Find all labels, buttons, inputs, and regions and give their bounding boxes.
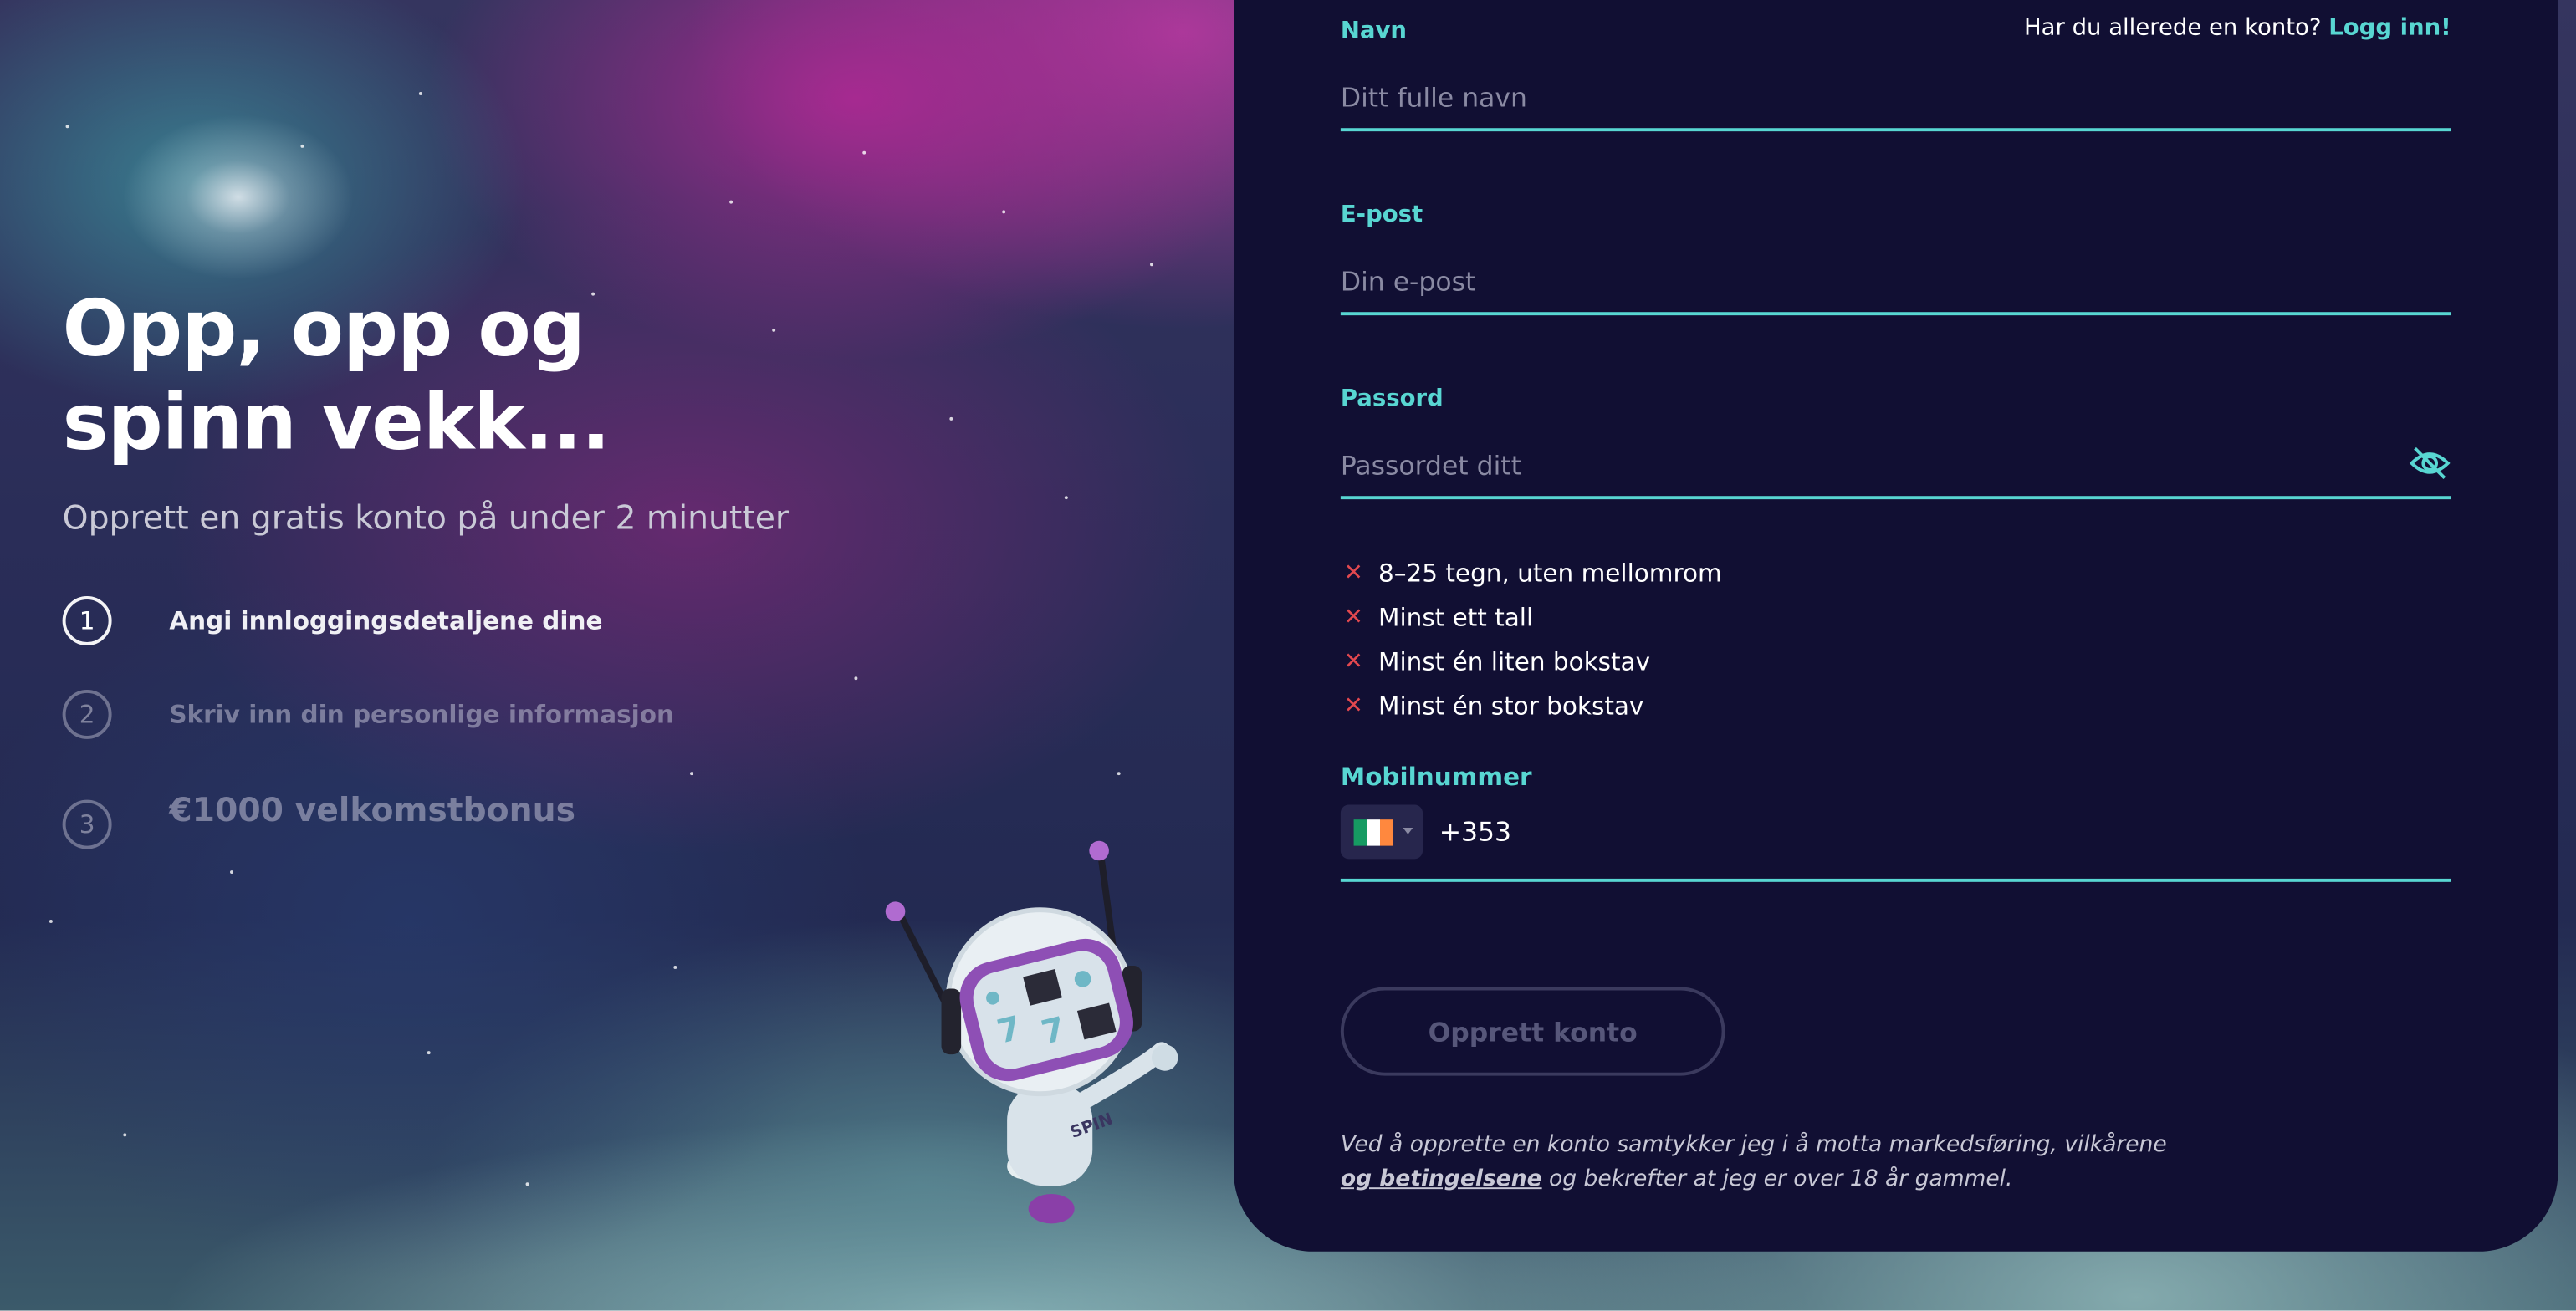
password-field <box>1340 433 2451 500</box>
step-3-label: €1000 velkomstbonus <box>169 789 575 829</box>
terms-text: Ved å opprette en konto samtykker jeg i … <box>1341 1128 2195 1197</box>
password-rule-text: Minst ett tall <box>1378 602 1534 633</box>
hero-subtitle: Opprett en gratis konto på under 2 minut… <box>62 497 790 538</box>
name-input[interactable] <box>1340 65 2451 129</box>
terms-text-before: Ved å opprette en konto samtykker jeg i … <box>1340 1131 2167 1158</box>
country-code-select[interactable] <box>1340 804 1423 860</box>
create-account-button[interactable]: Opprett konto <box>1340 987 1725 1076</box>
cross-icon: ✕ <box>1343 559 1363 587</box>
email-label: E-post <box>1340 201 1423 229</box>
login-prompt-text: Har du allerede en konto? <box>2023 14 2322 42</box>
cross-icon: ✕ <box>1343 604 1363 631</box>
password-rule: ✕ Minst én stor bokstav <box>1344 691 1644 721</box>
password-rule-text: Minst én liten bokstav <box>1378 646 1651 677</box>
hero-title-line2: spinn vekk... <box>62 377 611 468</box>
email-field <box>1340 249 2451 316</box>
email-input[interactable] <box>1340 249 2451 313</box>
password-rule: ✕ Minst ett tall <box>1344 603 1533 632</box>
password-rule-text: Minst én stor bokstav <box>1378 691 1644 722</box>
slot-robot-mascot: SPIN 7 7 <box>885 840 1178 1224</box>
password-input[interactable] <box>1340 433 2393 497</box>
step-1-label: Angi innloggingsdetaljene dine <box>169 605 603 636</box>
dial-code[interactable]: +353 <box>1439 816 1511 847</box>
phone-label: Mobilnummer <box>1340 762 1532 792</box>
step-2-number: 2 <box>62 690 112 739</box>
step-1: 1 Angi innloggingsdetaljene dine <box>62 596 602 645</box>
password-rule: ✕ 8–25 tegn, uten mellomrom <box>1344 559 1722 588</box>
chevron-down-icon <box>1403 828 1413 834</box>
name-label: Navn <box>1340 18 1407 45</box>
cross-icon: ✕ <box>1343 648 1363 676</box>
step-3: 3 €1000 velkomstbonus <box>62 790 575 849</box>
password-rule-text: 8–25 tegn, uten mellomrom <box>1378 558 1722 589</box>
login-link[interactable]: Logg inn! <box>2328 15 2451 41</box>
hero-title-line1: Opp, opp og <box>62 283 585 375</box>
login-prompt: Har du allerede en konto? Logg inn! <box>2024 15 2451 41</box>
password-label: Passord <box>1340 385 1444 413</box>
cross-icon: ✕ <box>1343 692 1363 720</box>
password-rule: ✕ Minst én liten bokstav <box>1344 647 1650 676</box>
hero-title: Opp, opp og spinn vekk... <box>62 283 611 470</box>
ireland-flag-icon <box>1353 819 1393 846</box>
terms-link[interactable]: og betingelsene <box>1341 1166 1542 1192</box>
phone-field: +353 <box>1340 803 2451 882</box>
name-field <box>1340 65 2451 132</box>
terms-text-after: og bekrefter at jeg er over 18 år gammel… <box>1541 1166 2013 1193</box>
step-2: 2 Skriv inn din personlige informasjon <box>62 690 674 739</box>
step-3-number: 3 <box>62 799 112 849</box>
eye-slash-icon[interactable] <box>2409 446 2451 480</box>
step-1-number: 1 <box>62 596 112 645</box>
step-2-label: Skriv inn din personlige informasjon <box>169 699 674 730</box>
